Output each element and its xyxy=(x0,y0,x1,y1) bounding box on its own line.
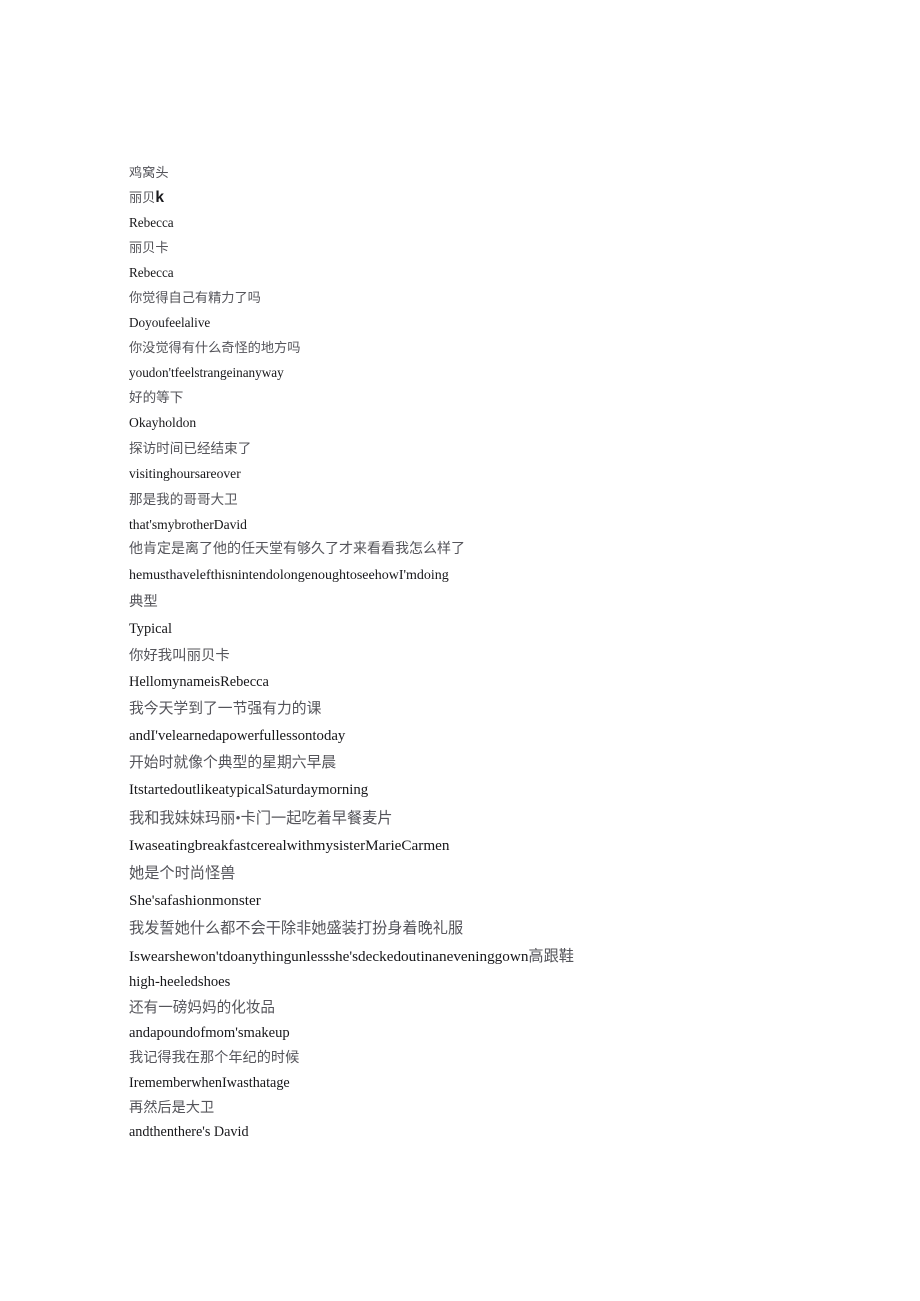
transcript-line: 那是我的哥哥大卫 xyxy=(129,491,238,507)
transcript-line: 她是个时尚怪兽 xyxy=(129,864,236,882)
transcript-line: IwaseatingbreakfastcerealwithmysisterMar… xyxy=(129,837,450,855)
transcript-line: andapoundofmom'smakeup xyxy=(129,1025,290,1041)
transcript-line: 我发誓她什么都不会干除非她盛装打扮身着晚礼服 xyxy=(129,920,464,937)
transcript-line: 你没觉得有什么奇怪的地方吗 xyxy=(129,340,301,355)
transcript-line: Okayholdon xyxy=(129,415,197,431)
transcript-line-latin-suffix: k xyxy=(155,189,165,206)
transcript-line: 探访时间已经结束了 xyxy=(129,440,252,456)
transcript-line: youdon'tfeelstrangeinanyway xyxy=(129,365,284,380)
transcript-line: 我和我妹妹玛丽•卡门一起吃着早餐麦片 xyxy=(129,809,393,827)
transcript-line: that'smybrotherDavid xyxy=(129,517,247,533)
transcript-line: Rebecca xyxy=(129,215,174,230)
transcript-line: andthenthere's David xyxy=(129,1124,249,1141)
transcript-body: 鸡窝头 丽贝k Rebecca 丽贝卡 Rebecca 你觉得自己有精力了吗 D… xyxy=(129,160,869,1145)
transcript-line: ItstartedoutlikeatypicalSaturdaymorning xyxy=(129,782,369,799)
transcript-line: 再然后是大卫 xyxy=(129,1099,215,1116)
transcript-line: andI'velearnedapowerfullessontoday xyxy=(129,728,346,745)
transcript-line: Doyoufeelalive xyxy=(129,315,211,330)
transcript-line: Typical xyxy=(129,621,172,638)
transcript-line: 丽贝k xyxy=(129,185,869,210)
transcript-line: HellomynameisRebecca xyxy=(129,674,269,691)
transcript-line: 我今天学到了一节强有力的课 xyxy=(129,700,322,717)
transcript-line-text: Iswearshewon'tdoanythingunlessshe'sdecke… xyxy=(129,947,529,965)
transcript-line: 丽贝卡 xyxy=(129,240,169,255)
transcript-line: Rebecca xyxy=(129,265,174,280)
transcript-line: 开始时就像个典型的星期六早晨 xyxy=(129,755,337,772)
transcript-line-text: 丽贝 xyxy=(129,190,156,205)
transcript-line: visitinghoursareover xyxy=(129,466,241,482)
transcript-line: hemusthavelefthisnintendolongenoughtosee… xyxy=(129,568,449,584)
transcript-line: 典型 xyxy=(129,594,158,611)
transcript-line: Iswearshewon'tdoanythingunlessshe'sdecke… xyxy=(129,943,869,971)
transcript-line-zh-tail: 高跟鞋 xyxy=(528,947,574,965)
transcript-line: She'safashionmonster xyxy=(129,892,261,910)
transcript-line: 我记得我在那个年纪的时候 xyxy=(129,1050,300,1067)
transcript-line: 鸡窝头 xyxy=(129,165,169,180)
transcript-line: IrememberwhenIwasthatage xyxy=(129,1075,290,1091)
transcript-line: high-heeledshoes xyxy=(129,974,231,991)
transcript-line: 他肯定是离了他的任天堂有够久了才来看看我怎么样了 xyxy=(129,542,465,558)
transcript-line: 好的等下 xyxy=(129,390,184,405)
transcript-line: 你好我叫丽贝卡 xyxy=(129,647,230,664)
transcript-line: 你觉得自己有精力了吗 xyxy=(129,290,261,305)
transcript-line: 还有一磅妈妈的化妆品 xyxy=(129,999,275,1016)
